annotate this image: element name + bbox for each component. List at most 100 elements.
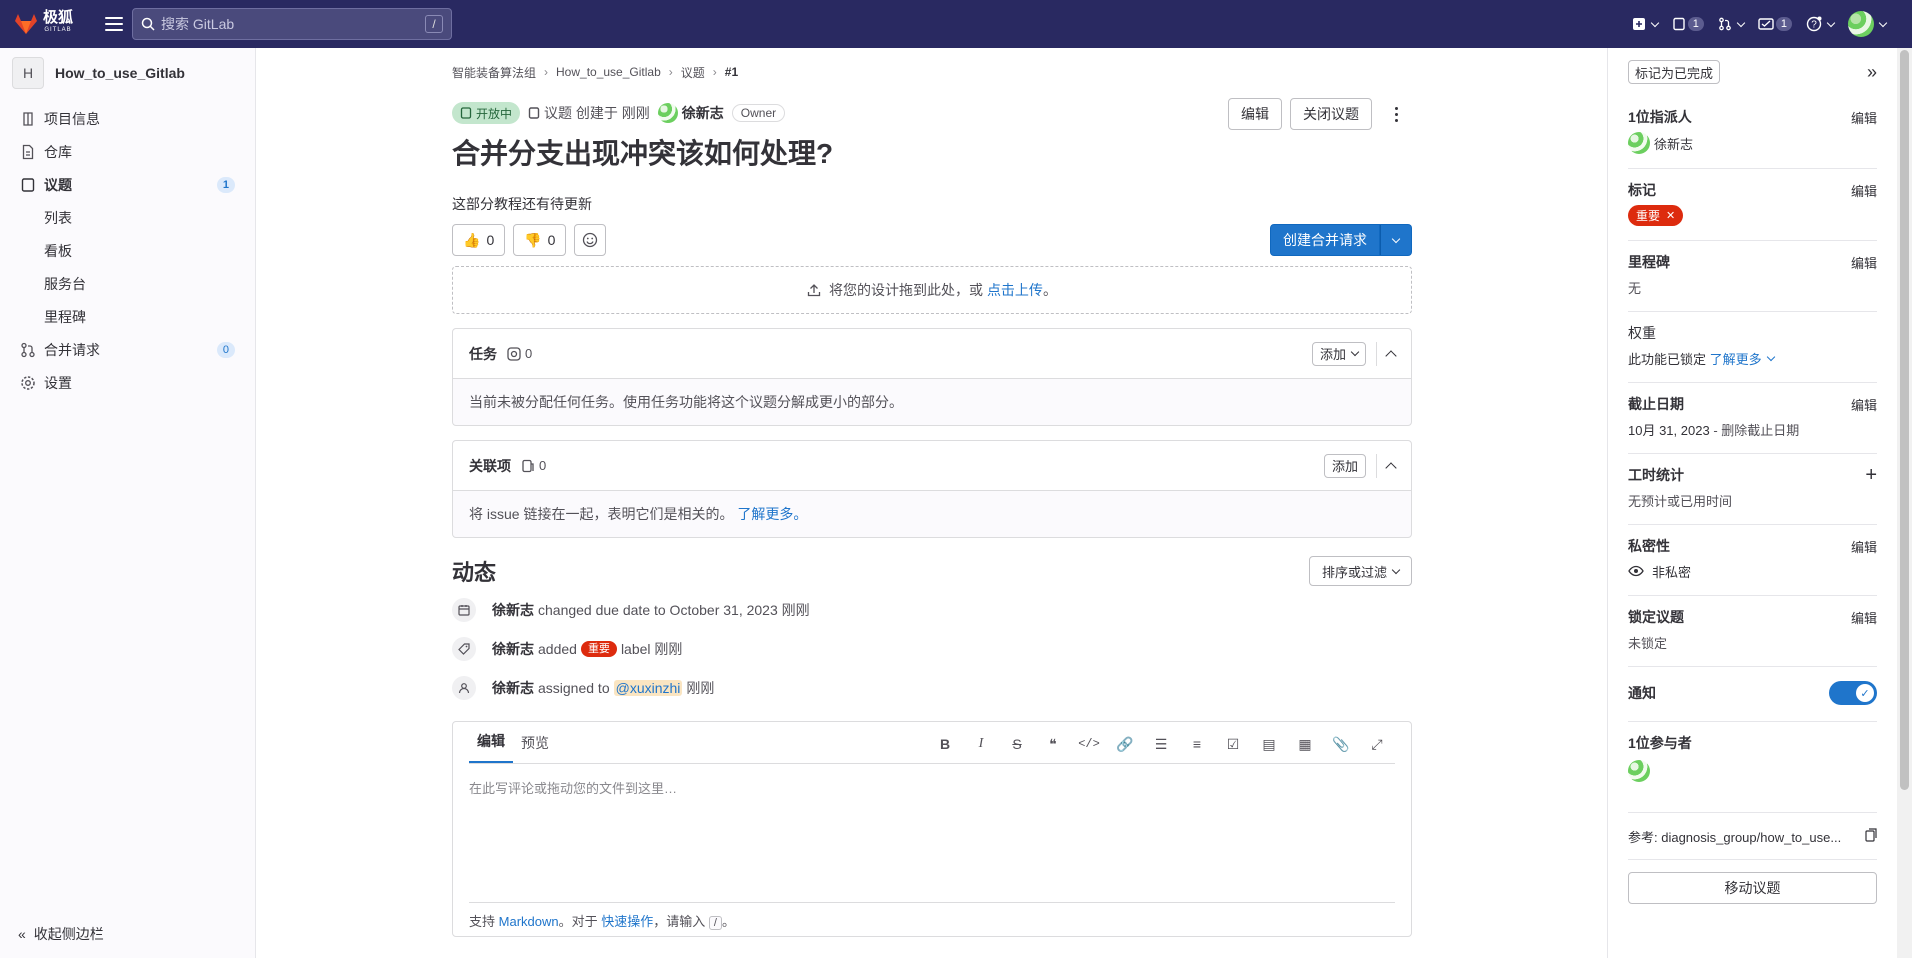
chevron-down-icon (1391, 234, 1401, 243)
quick-actions-link[interactable]: 快速操作 (601, 914, 653, 929)
markdown-link[interactable]: Markdown (499, 914, 559, 929)
sidebar-item-project-info[interactable]: 项目信息 (0, 102, 255, 135)
activity-item: 徐新志 changed due date to October 31, 2023… (452, 590, 1412, 629)
project-header[interactable]: H How_to_use_Gitlab (0, 52, 255, 94)
user-menu-button[interactable] (1848, 11, 1888, 37)
activity-user[interactable]: 徐新志 (492, 639, 534, 659)
sidebar-subitem-milestones[interactable]: 里程碑 (0, 300, 255, 333)
search-input[interactable]: 搜索 GitLab / (132, 8, 452, 40)
upload-link[interactable]: 点击上传 (987, 280, 1043, 300)
sidebar-item-label: 议题 (44, 176, 72, 193)
merge-request-dropdown-button[interactable] (1380, 224, 1412, 256)
label-badge[interactable]: 重要 ✕ (1628, 205, 1684, 226)
add-task-button[interactable]: 添加 (1311, 341, 1366, 366)
quote-icon[interactable]: ❝ (1035, 732, 1071, 756)
thumbs-down-button[interactable]: 👎 0 (513, 224, 567, 256)
more-actions-icon[interactable] (1380, 98, 1412, 130)
sidebar-item-settings[interactable]: 设置 (0, 366, 255, 399)
thumbs-up-button[interactable]: 👍 0 (452, 224, 506, 256)
sidebar-subitem-list[interactable]: 列表 (0, 201, 255, 234)
table-icon[interactable]: ▦ (1287, 732, 1323, 756)
attach-icon[interactable]: 📎 (1323, 732, 1359, 756)
remove-label-icon[interactable]: ✕ (1666, 209, 1675, 222)
edit-lock-button[interactable]: 编辑 (1851, 608, 1877, 627)
collapse-tasks-icon[interactable] (1385, 349, 1397, 362)
design-upload-dropzone[interactable]: 将您的设计拖到此处，或 点击上传 。 (452, 266, 1412, 314)
plus-square-icon (1632, 18, 1645, 30)
label-badge[interactable]: 重要 (580, 640, 617, 657)
help-button[interactable]: ? (1806, 16, 1836, 32)
tab-edit[interactable]: 编辑 (469, 731, 513, 763)
menu-toggle-icon[interactable] (105, 17, 123, 31)
todos-button[interactable]: 1 (1758, 17, 1792, 31)
notifications-toggle[interactable]: ✓ (1829, 681, 1877, 705)
issue-main: 智能装备算法组 › How_to_use_Gitlab › 议题 › #1 开放中 议… (452, 48, 1412, 937)
chevron-down-icon[interactable] (1766, 352, 1775, 361)
tab-preview[interactable]: 预览 (513, 733, 557, 763)
copy-reference-icon[interactable] (1865, 827, 1877, 845)
user-avatar (1848, 11, 1874, 37)
collapse-sidebar-button[interactable]: « 收起侧边栏 (18, 924, 104, 944)
thumbs-up-icon: 👍 (463, 231, 481, 248)
weight-learn-more-link[interactable]: 了解更多 (1710, 349, 1762, 368)
issues-button[interactable]: 1 (1672, 17, 1704, 31)
assignee-title: 1位指派人 (1628, 109, 1692, 125)
sidebar-subitem-service-desk[interactable]: 服务台 (0, 267, 255, 300)
activity-user[interactable]: 徐新志 (492, 678, 534, 698)
sidebar-item-issues[interactable]: 议题 1 (0, 168, 255, 201)
mark-done-button[interactable]: 标记为已完成 (1628, 60, 1721, 84)
page-scrollbar[interactable] (1897, 48, 1912, 958)
sort-filter-button[interactable]: 排序或过滤 (1308, 556, 1412, 586)
strikethrough-icon[interactable]: S (999, 732, 1035, 756)
participant-avatar[interactable] (1628, 760, 1650, 782)
add-linked-item-button[interactable]: 添加 (1323, 453, 1366, 478)
add-time-icon[interactable]: + (1865, 465, 1877, 485)
move-issue-button[interactable]: 移动议题 (1628, 872, 1877, 904)
learn-more-link[interactable]: 了解更多。 (737, 506, 807, 522)
breadcrumb-issues[interactable]: 议题 (681, 64, 705, 81)
create-new-button[interactable] (1632, 17, 1659, 31)
author-name[interactable]: 徐新志 (682, 103, 724, 123)
code-icon[interactable]: </> (1071, 732, 1107, 756)
close-issue-button[interactable]: 关闭议题 (1290, 98, 1372, 130)
sidebar-subitem-boards[interactable]: 看板 (0, 234, 255, 267)
remove-due-date-link[interactable]: - 删除截止日期 (1713, 420, 1799, 439)
breadcrumb-issue-id[interactable]: #1 (725, 65, 738, 79)
italic-icon[interactable]: I (963, 732, 999, 756)
edit-labels-button[interactable]: 编辑 (1851, 181, 1877, 200)
bullet-list-icon[interactable]: ☰ (1143, 732, 1179, 756)
assignee-name[interactable]: 徐新志 (1654, 134, 1693, 153)
author-avatar[interactable] (657, 103, 678, 123)
edit-issue-button[interactable]: 编辑 (1228, 98, 1282, 130)
assignee-avatar[interactable] (1628, 132, 1650, 154)
scrollbar-thumb[interactable] (1900, 50, 1909, 790)
create-merge-request-button[interactable]: 创建合并请求 (1270, 224, 1380, 256)
search-shortcut: / (425, 15, 443, 33)
bold-icon[interactable]: B (927, 732, 963, 756)
sidebar-item-repository[interactable]: 仓库 (0, 135, 255, 168)
comment-textarea[interactable]: 在此写评论或拖动您的文件到这里… (453, 764, 1411, 811)
edit-milestone-button[interactable]: 编辑 (1851, 253, 1877, 272)
edit-confidentiality-button[interactable]: 编辑 (1851, 537, 1877, 556)
collapse-linked-icon[interactable] (1385, 461, 1397, 474)
add-reaction-button[interactable] (574, 224, 607, 256)
merge-requests-button[interactable] (1718, 17, 1746, 31)
reference-section: 参考: diagnosis_group/how_to_use... (1628, 813, 1877, 860)
collapsible-icon[interactable]: ▤ (1251, 732, 1287, 756)
sidebar-item-merge-requests[interactable]: 合并请求 0 (0, 333, 255, 366)
label-icon (452, 636, 476, 661)
breadcrumb-project[interactable]: How_to_use_Gitlab (556, 65, 661, 79)
edit-assignee-button[interactable]: 编辑 (1851, 108, 1877, 127)
tasks-title: 任务 (469, 345, 497, 362)
fullscreen-icon[interactable]: ⤢ (1359, 732, 1395, 756)
task-list-icon[interactable]: ☑ (1215, 732, 1251, 756)
breadcrumb-group[interactable]: 智能装备算法组 (452, 64, 536, 81)
numbered-list-icon[interactable]: ≡ (1179, 732, 1215, 756)
gitlab-logo[interactable]: 极狐 GITLAB (14, 10, 74, 37)
collapse-right-sidebar-icon[interactable]: » (1867, 62, 1877, 83)
edit-due-date-button[interactable]: 编辑 (1851, 395, 1877, 414)
search-placeholder: 搜索 GitLab (161, 16, 235, 32)
user-mention-link[interactable]: @xuxinzhi (613, 679, 683, 696)
activity-user[interactable]: 徐新志 (492, 600, 534, 620)
link-icon[interactable]: 🔗 (1107, 732, 1143, 756)
